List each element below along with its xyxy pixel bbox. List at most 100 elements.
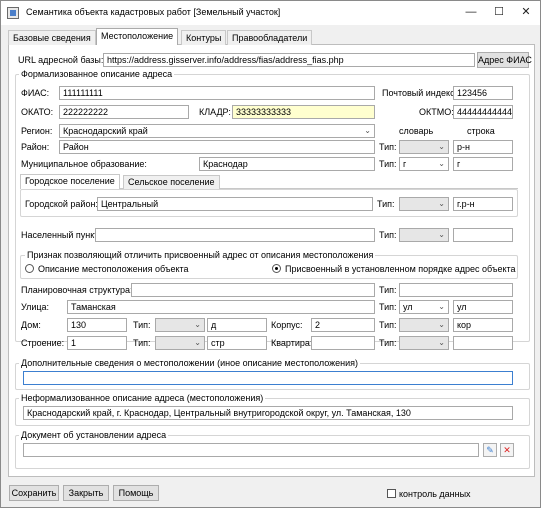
street-label: Улица: xyxy=(21,302,50,312)
building-label: Строение: xyxy=(21,338,65,348)
city-district-label: Городской район: xyxy=(25,199,98,209)
kladr-label: КЛАДР: xyxy=(199,107,231,117)
document-input[interactable] xyxy=(23,443,479,457)
maximize-button[interactable]: ☐ xyxy=(485,1,513,25)
city-district-input[interactable]: Центральный xyxy=(97,197,373,211)
save-button[interactable]: Сохранить xyxy=(9,485,59,501)
locality-label: Населенный пункт: xyxy=(21,230,101,240)
settlement-tabs: Городское поселение Сельское поселение xyxy=(20,174,518,189)
street-input[interactable]: Таманская xyxy=(67,300,375,314)
region-label: Регион: xyxy=(21,126,53,136)
radio-assigned-address-label: Присвоенный в установленном порядке адре… xyxy=(285,264,516,274)
okato-input[interactable]: 222222222 xyxy=(59,105,189,119)
tab-rural-settlement[interactable]: Сельское поселение xyxy=(123,175,220,189)
close-window-button[interactable]: ✕ xyxy=(512,1,540,25)
house-type-combo[interactable]: ⌄ xyxy=(155,318,205,332)
district-type-combo[interactable]: ⌄ xyxy=(399,140,449,154)
delete-icon[interactable]: ✕ xyxy=(500,443,514,457)
oktmo-input[interactable]: 44444444444 xyxy=(453,105,513,119)
close-button[interactable]: Закрыть xyxy=(63,485,109,501)
url-label: URL адресной базы: xyxy=(18,55,104,65)
planning-type-label: Тип: xyxy=(379,285,397,295)
apartment-input[interactable] xyxy=(311,336,375,350)
chevron-down-icon: ⌄ xyxy=(438,199,445,208)
korpus-label: Корпус: xyxy=(271,320,303,330)
title-bar: Семантика объекта кадастровых работ [Зем… xyxy=(1,1,540,25)
city-district-type-combo[interactable]: ⌄ xyxy=(399,197,449,211)
tab-location[interactable]: Местоположение xyxy=(96,28,179,46)
fias-input[interactable]: 111111111 xyxy=(59,86,375,100)
formal-address-title: Формализованное описание адреса xyxy=(19,69,175,79)
planning-structure-input[interactable] xyxy=(131,283,375,297)
chevron-down-icon: ⌄ xyxy=(438,230,445,239)
radio-assigned-address[interactable] xyxy=(272,264,281,273)
house-type-string[interactable]: д xyxy=(207,318,267,332)
data-control-checkbox[interactable] xyxy=(387,489,396,498)
fias-label: ФИАС: xyxy=(21,88,50,98)
chevron-down-icon: ⌄ xyxy=(438,302,445,311)
building-input[interactable]: 1 xyxy=(67,336,127,350)
chevron-down-icon: ⌄ xyxy=(194,320,201,329)
address-sign-title: Признак позволяющий отличить присвоенный… xyxy=(25,250,376,260)
street-type-label: Тип: xyxy=(379,302,397,312)
tab-contours[interactable]: Контуры xyxy=(181,30,227,45)
nonformal-input[interactable]: Краснодарский край, г. Краснодар, Центра… xyxy=(23,406,513,420)
tab-rightholders[interactable]: Правообладатели xyxy=(227,30,313,45)
building-type-string[interactable]: стр xyxy=(207,336,267,350)
minimize-button[interactable]: — xyxy=(457,1,485,25)
muni-input[interactable]: Краснодар xyxy=(199,157,375,171)
postal-label: Почтовый индекс: xyxy=(382,88,458,98)
muni-type-combo[interactable]: г ⌄ xyxy=(399,157,449,171)
building-type-label: Тип: xyxy=(133,338,151,348)
planning-structure-label: Планировочная структура: xyxy=(21,285,133,295)
muni-type-string[interactable]: г xyxy=(453,157,513,171)
chevron-down-icon: ⌄ xyxy=(438,159,445,168)
postal-input[interactable]: 123456 xyxy=(453,86,513,100)
muni-type-label: Тип: xyxy=(379,159,397,169)
korpus-type-label: Тип: xyxy=(379,320,397,330)
district-type-string[interactable]: р-н xyxy=(453,140,513,154)
street-type-combo[interactable]: ул ⌄ xyxy=(399,300,449,314)
apartment-type-string[interactable] xyxy=(453,336,513,350)
tab-basic[interactable]: Базовые сведения xyxy=(8,30,96,45)
building-type-combo[interactable]: ⌄ xyxy=(155,336,205,350)
data-control-label: контроль данных xyxy=(399,489,471,499)
app-icon xyxy=(7,7,19,19)
fias-address-button[interactable]: Адрес ФИАС xyxy=(477,52,532,68)
document-title: Документ об установлении адреса xyxy=(19,430,169,440)
apartment-type-combo[interactable]: ⌄ xyxy=(399,336,449,350)
house-type-label: Тип: xyxy=(133,320,151,330)
radio-location-description[interactable] xyxy=(25,264,34,273)
street-type-string[interactable]: ул xyxy=(453,300,513,314)
city-district-type-string[interactable]: г.р-н xyxy=(453,197,513,211)
chevron-down-icon: ⌄ xyxy=(194,338,201,347)
chevron-down-icon: ⌄ xyxy=(438,320,445,329)
kladr-input[interactable]: 33333333333 xyxy=(232,105,375,119)
region-combo[interactable]: Краснодарский край ⌄ xyxy=(59,124,375,138)
locality-type-combo[interactable]: ⌄ xyxy=(399,228,449,242)
korpus-type-combo[interactable]: ⌄ xyxy=(399,318,449,332)
dictionary-header: словарь xyxy=(399,126,434,136)
okato-label: ОКАТО: xyxy=(21,107,54,117)
additional-info-title: Дополнительные сведения о местоположении… xyxy=(19,358,361,368)
nonformal-title: Неформализованное описание адреса (место… xyxy=(19,393,266,403)
additional-info-input[interactable] xyxy=(23,371,513,385)
korpus-type-string[interactable]: кор xyxy=(453,318,513,332)
tab-urban-settlement[interactable]: Городское поселение xyxy=(20,174,120,189)
url-input[interactable]: https://address.gisserver.info/address/f… xyxy=(103,53,475,67)
edit-pencil-icon[interactable]: ✎ xyxy=(483,443,497,457)
apartment-label: Квартира: xyxy=(271,338,313,348)
korpus-input[interactable]: 2 xyxy=(311,318,375,332)
street-type-value: ул xyxy=(403,302,413,312)
locality-input[interactable] xyxy=(95,228,375,242)
house-input[interactable]: 130 xyxy=(67,318,127,332)
locality-type-string[interactable] xyxy=(453,228,513,242)
chevron-down-icon: ⌄ xyxy=(364,126,371,135)
planning-type-input[interactable] xyxy=(399,283,513,297)
chevron-down-icon: ⌄ xyxy=(438,338,445,347)
district-input[interactable]: Район xyxy=(59,140,375,154)
location-panel: URL адресной базы: https://address.gisse… xyxy=(8,45,535,477)
radio-location-description-label: Описание местоположения объекта xyxy=(38,264,189,274)
locality-type-label: Тип: xyxy=(379,230,397,240)
help-button[interactable]: Помощь xyxy=(113,485,159,501)
